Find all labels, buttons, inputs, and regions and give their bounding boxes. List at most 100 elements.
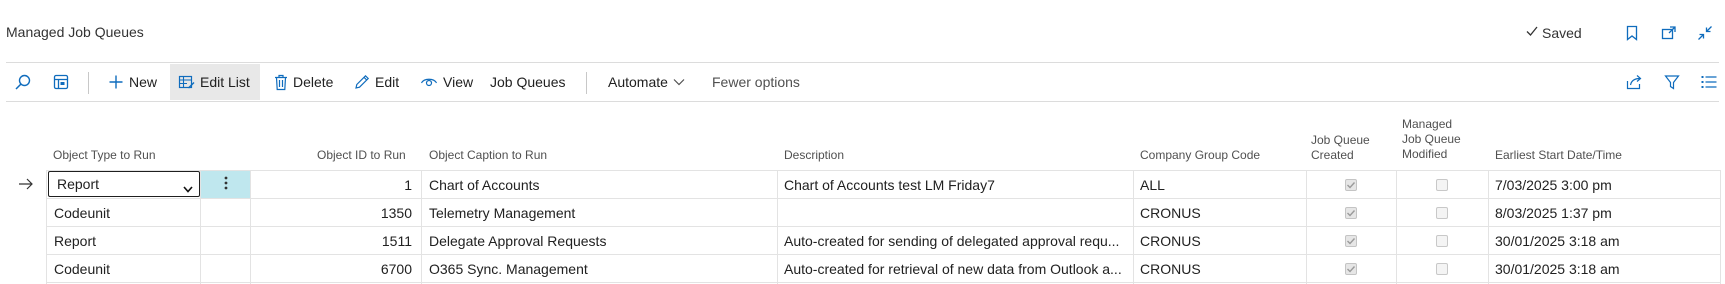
column-border <box>421 170 422 284</box>
column-border <box>46 170 47 284</box>
column-border <box>1133 170 1134 284</box>
share-button[interactable] <box>1618 64 1651 100</box>
action-divider <box>6 101 1719 102</box>
cell-object-caption[interactable]: Chart of Accounts <box>429 171 769 198</box>
job-queue-created-checkbox[interactable] <box>1345 255 1357 282</box>
cell-object-id[interactable]: 1350 <box>250 199 412 226</box>
filter-button[interactable] <box>1656 64 1688 100</box>
list-view-button[interactable] <box>1693 64 1725 100</box>
chevron-down-icon <box>673 78 685 86</box>
pencil-icon <box>354 74 370 90</box>
cell-earliest-start[interactable]: 7/03/2025 3:00 pm <box>1495 171 1715 198</box>
object-type-select-value: Report <box>57 176 100 192</box>
job-queue-created-checkbox[interactable] <box>1345 227 1357 254</box>
object-type-select[interactable]: Report <box>48 171 200 197</box>
column-border <box>1396 170 1397 284</box>
list-icon <box>1701 75 1717 89</box>
cell-description[interactable]: Auto-created for sending of delegated ap… <box>784 227 1129 254</box>
cell-object-caption[interactable]: O365 Sync. Management <box>429 255 769 282</box>
cell-object-type[interactable]: Codeunit <box>54 199 194 226</box>
view-label: View <box>443 74 474 90</box>
cell-description[interactable]: Chart of Accounts test LM Friday7 <box>784 171 1129 198</box>
search-button[interactable] <box>6 64 40 100</box>
automate-menu-button[interactable]: Automate <box>600 64 693 100</box>
row-border <box>46 282 1721 283</box>
cell-object-caption[interactable]: Delegate Approval Requests <box>429 227 769 254</box>
plus-icon <box>108 74 124 90</box>
header-description[interactable]: Description <box>784 148 844 163</box>
delete-button[interactable]: Delete <box>266 64 341 100</box>
automate-label: Automate <box>608 74 668 90</box>
filter-pane-icon <box>52 73 70 91</box>
job-queue-created-checkbox[interactable] <box>1345 199 1357 226</box>
share-icon <box>1626 74 1643 90</box>
job-queues-label: Job Queues <box>490 74 566 90</box>
header-managed-line3: Modified <box>1402 147 1448 161</box>
view-button[interactable]: View <box>412 64 481 100</box>
header-managed-job-queue-modified[interactable]: Managed Job Queue Modified <box>1402 117 1461 162</box>
new-label: New <box>129 74 158 90</box>
cell-company-group[interactable]: CRONUS <box>1140 227 1300 254</box>
eye-icon <box>420 75 438 89</box>
header-object-caption[interactable]: Object Caption to Run <box>429 148 547 163</box>
page-title: Managed Job Queues <box>6 24 144 40</box>
ellipsis-vertical-icon <box>224 176 228 193</box>
delete-label: Delete <box>293 74 334 90</box>
cell-object-caption[interactable]: Telemetry Management <box>429 199 769 226</box>
header-object-type[interactable]: Object Type to Run <box>53 148 156 163</box>
managed-modified-checkbox[interactable] <box>1436 199 1448 226</box>
chevron-down-icon <box>183 180 193 196</box>
cell-object-id[interactable]: 1 <box>250 171 412 198</box>
checkmark-icon <box>1525 24 1539 41</box>
header-job-queue-created-line1: Job Queue <box>1311 133 1370 147</box>
bookmark-icon[interactable] <box>1621 22 1643 44</box>
cell-object-id[interactable]: 6700 <box>250 255 412 282</box>
header-earliest-start[interactable]: Earliest Start Date/Time <box>1495 148 1622 163</box>
column-border <box>1720 170 1721 284</box>
header-job-queue-created-line2: Created <box>1311 148 1354 162</box>
edit-list-label: Edit List <box>200 74 250 90</box>
saved-status: Saved <box>1525 24 1582 41</box>
cell-description[interactable]: Auto-created for retrieval of new data f… <box>784 255 1129 282</box>
column-border <box>777 170 778 284</box>
new-button[interactable]: New <box>100 64 165 100</box>
title-bar: Managed Job Queues Saved <box>0 0 1725 62</box>
job-queue-created-checkbox[interactable] <box>1345 171 1357 198</box>
edit-button[interactable]: Edit <box>346 64 407 100</box>
managed-modified-checkbox[interactable] <box>1436 255 1448 282</box>
cell-object-type[interactable]: Report <box>54 227 194 254</box>
header-object-id[interactable]: Object ID to Run <box>317 148 406 163</box>
filter-icon <box>1664 74 1680 90</box>
cell-company-group[interactable]: ALL <box>1140 171 1300 198</box>
cell-earliest-start[interactable]: 30/01/2025 3:18 am <box>1495 227 1715 254</box>
collapse-icon[interactable] <box>1694 22 1716 44</box>
cell-company-group[interactable]: CRONUS <box>1140 199 1300 226</box>
header-job-queue-created[interactable]: Job Queue Created <box>1311 133 1370 163</box>
open-in-new-window-icon[interactable] <box>1658 22 1680 44</box>
cell-company-group[interactable]: CRONUS <box>1140 255 1300 282</box>
column-border <box>1306 170 1307 284</box>
fewer-options-label: Fewer options <box>712 74 800 90</box>
job-queues-button[interactable]: Job Queues <box>482 64 574 100</box>
cell-description[interactable] <box>784 199 1129 226</box>
action-bar: New Edit List Delete Edit View Job Queue… <box>0 64 1725 100</box>
fewer-options-button[interactable]: Fewer options <box>704 64 808 100</box>
edit-list-button[interactable]: Edit List <box>170 64 260 100</box>
header-managed-line1: Managed <box>1402 117 1453 131</box>
edit-list-icon <box>178 74 195 90</box>
filter-pane-button[interactable] <box>44 64 78 100</box>
action-separator <box>586 72 587 94</box>
cell-object-type[interactable]: Codeunit <box>54 255 194 282</box>
title-divider <box>6 62 1719 63</box>
managed-modified-checkbox[interactable] <box>1436 171 1448 198</box>
edit-label: Edit <box>375 74 400 90</box>
header-company-group-code[interactable]: Company Group Code <box>1140 148 1260 163</box>
cell-earliest-start[interactable]: 30/01/2025 3:18 am <box>1495 255 1715 282</box>
cell-object-id[interactable]: 1511 <box>250 227 412 254</box>
managed-modified-checkbox[interactable] <box>1436 227 1448 254</box>
column-border <box>1488 170 1489 284</box>
row-actions-button[interactable] <box>201 171 250 198</box>
cell-earliest-start[interactable]: 8/03/2025 1:37 pm <box>1495 199 1715 226</box>
saved-label: Saved <box>1542 24 1582 41</box>
action-separator <box>88 72 89 94</box>
